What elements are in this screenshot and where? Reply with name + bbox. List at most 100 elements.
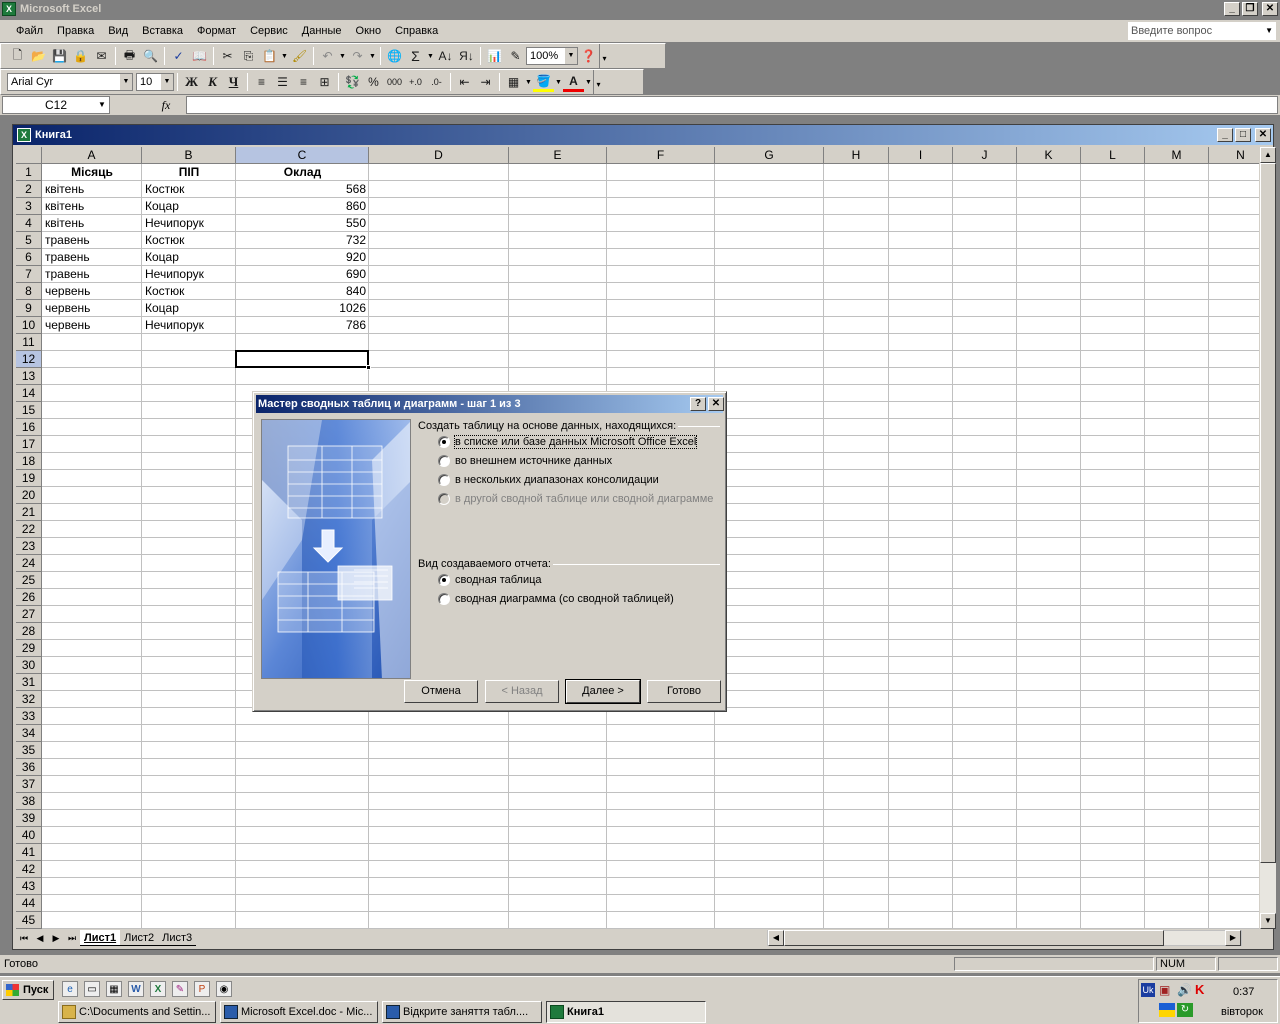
- table-cell[interactable]: 920: [236, 249, 369, 266]
- name-box[interactable]: C12 ▼: [2, 96, 110, 114]
- select-all-corner[interactable]: [16, 147, 42, 164]
- table-cell[interactable]: Костюк: [142, 181, 236, 198]
- email-icon[interactable]: ✉: [91, 46, 112, 66]
- research-icon[interactable]: 📖: [189, 46, 210, 66]
- task-word-lesson[interactable]: Відкрите заняття табл....: [382, 1001, 542, 1023]
- close-button[interactable]: ✕: [1262, 2, 1278, 16]
- menu-file[interactable]: Файл: [0, 25, 50, 37]
- table-cell[interactable]: 568: [236, 181, 369, 198]
- first-sheet-icon[interactable]: ⏮: [16, 933, 32, 944]
- row-header-45[interactable]: 45: [16, 912, 42, 929]
- paste-icon[interactable]: 📋: [259, 46, 280, 66]
- row-header-15[interactable]: 15: [16, 402, 42, 419]
- table-cell[interactable]: 690: [236, 266, 369, 283]
- active-cell[interactable]: [235, 350, 371, 370]
- table-cell[interactable]: Коцар: [142, 300, 236, 317]
- restore-button[interactable]: ❐: [1242, 2, 1258, 16]
- table-cell[interactable]: червень: [42, 317, 142, 334]
- table-cell[interactable]: квітень: [42, 181, 142, 198]
- row-header-25[interactable]: 25: [16, 572, 42, 589]
- undo-icon[interactable]: ↶: [317, 46, 338, 66]
- row-header-42[interactable]: 42: [16, 861, 42, 878]
- column-header-J[interactable]: J: [953, 147, 1017, 164]
- table-cell[interactable]: 550: [236, 215, 369, 232]
- column-header-M[interactable]: M: [1145, 147, 1209, 164]
- radio-source-list[interactable]: в списке или базе данных Microsoft Offic…: [438, 435, 698, 449]
- print-preview-icon[interactable]: 🔍: [140, 46, 161, 66]
- table-cell[interactable]: Нечипорук: [142, 266, 236, 283]
- next-button[interactable]: Далее >: [565, 679, 641, 704]
- decrease-indent-icon[interactable]: ⇤: [454, 72, 475, 92]
- table-cell[interactable]: 860: [236, 198, 369, 215]
- column-title-cell[interactable]: Місяць: [42, 164, 142, 181]
- clock-time[interactable]: 0:37: [1233, 986, 1254, 998]
- sheet-tab-2[interactable]: Лист2: [120, 930, 159, 946]
- update-icon[interactable]: ↻: [1177, 1003, 1193, 1017]
- column-header-E[interactable]: E: [509, 147, 607, 164]
- media-icon[interactable]: ◉: [216, 981, 232, 997]
- calculator-icon[interactable]: ▦: [106, 981, 122, 997]
- row-header-18[interactable]: 18: [16, 453, 42, 470]
- row-header-34[interactable]: 34: [16, 725, 42, 742]
- row-header-13[interactable]: 13: [16, 368, 42, 385]
- row-header-12[interactable]: 12: [16, 351, 42, 368]
- row-header-38[interactable]: 38: [16, 793, 42, 810]
- toolbar-options-icon[interactable]: ▾: [599, 44, 609, 68]
- row-header-6[interactable]: 6: [16, 249, 42, 266]
- table-cell[interactable]: 732: [236, 232, 369, 249]
- vscroll-thumb[interactable]: [1260, 163, 1276, 863]
- vertical-scrollbar[interactable]: ▲ ▼: [1260, 147, 1276, 929]
- table-cell[interactable]: квітень: [42, 215, 142, 232]
- row-header-36[interactable]: 36: [16, 759, 42, 776]
- formula-input[interactable]: [186, 96, 1278, 114]
- table-cell[interactable]: травень: [42, 266, 142, 283]
- row-header-28[interactable]: 28: [16, 623, 42, 640]
- dialog-close-button[interactable]: ✕: [708, 397, 724, 411]
- cut-icon[interactable]: ✂: [217, 46, 238, 66]
- row-header-29[interactable]: 29: [16, 640, 42, 657]
- access-icon[interactable]: ✎: [172, 981, 188, 997]
- table-cell[interactable]: 1026: [236, 300, 369, 317]
- font-size-combo[interactable]: 10 ▼: [136, 73, 174, 91]
- table-cell[interactable]: Нечипорук: [142, 215, 236, 232]
- autosum-icon[interactable]: Σ: [405, 46, 426, 66]
- row-header-17[interactable]: 17: [16, 436, 42, 453]
- spelling-icon[interactable]: ✓: [168, 46, 189, 66]
- column-header-B[interactable]: B: [142, 147, 236, 164]
- row-header-27[interactable]: 27: [16, 606, 42, 623]
- table-cell[interactable]: травень: [42, 232, 142, 249]
- underline-button[interactable]: Ч: [223, 72, 244, 92]
- format-painter-icon[interactable]: 🖌: [289, 46, 310, 66]
- table-cell[interactable]: Нечипорук: [142, 317, 236, 334]
- row-header-35[interactable]: 35: [16, 742, 42, 759]
- scroll-down-icon[interactable]: ▼: [1260, 913, 1276, 929]
- network-icon[interactable]: ▣: [1159, 983, 1170, 997]
- task-excel-book[interactable]: Книга1: [546, 1001, 706, 1023]
- minimize-button[interactable]: _: [1224, 2, 1240, 16]
- toolbar-options-icon-2[interactable]: ▾: [593, 70, 603, 94]
- align-center-icon[interactable]: ☰: [272, 72, 293, 92]
- ie-icon[interactable]: e: [62, 981, 78, 997]
- percent-button[interactable]: %: [363, 72, 384, 92]
- copy-icon[interactable]: ⎘: [238, 46, 259, 66]
- hscroll-thumb[interactable]: [784, 930, 1164, 946]
- column-header-A[interactable]: A: [42, 147, 142, 164]
- volume-icon[interactable]: 🔊: [1177, 983, 1192, 997]
- fill-color-icon[interactable]: 🪣: [533, 72, 554, 92]
- language-indicator[interactable]: Uk: [1141, 983, 1155, 997]
- table-cell[interactable]: Костюк: [142, 232, 236, 249]
- row-header-9[interactable]: 9: [16, 300, 42, 317]
- row-header-7[interactable]: 7: [16, 266, 42, 283]
- row-header-14[interactable]: 14: [16, 385, 42, 402]
- row-header-5[interactable]: 5: [16, 232, 42, 249]
- sort-ascending-icon[interactable]: A↓: [435, 46, 456, 66]
- align-left-icon[interactable]: ≡: [251, 72, 272, 92]
- row-header-44[interactable]: 44: [16, 895, 42, 912]
- increase-decimal-icon[interactable]: +.0: [405, 72, 426, 92]
- scroll-up-icon[interactable]: ▲: [1260, 147, 1276, 163]
- dialog-help-button[interactable]: ?: [690, 397, 706, 411]
- row-header-11[interactable]: 11: [16, 334, 42, 351]
- open-icon[interactable]: 📂: [28, 46, 49, 66]
- chart-wizard-icon[interactable]: 📊: [484, 46, 505, 66]
- task-explorer[interactable]: C:\Documents and Settin...: [58, 1001, 216, 1023]
